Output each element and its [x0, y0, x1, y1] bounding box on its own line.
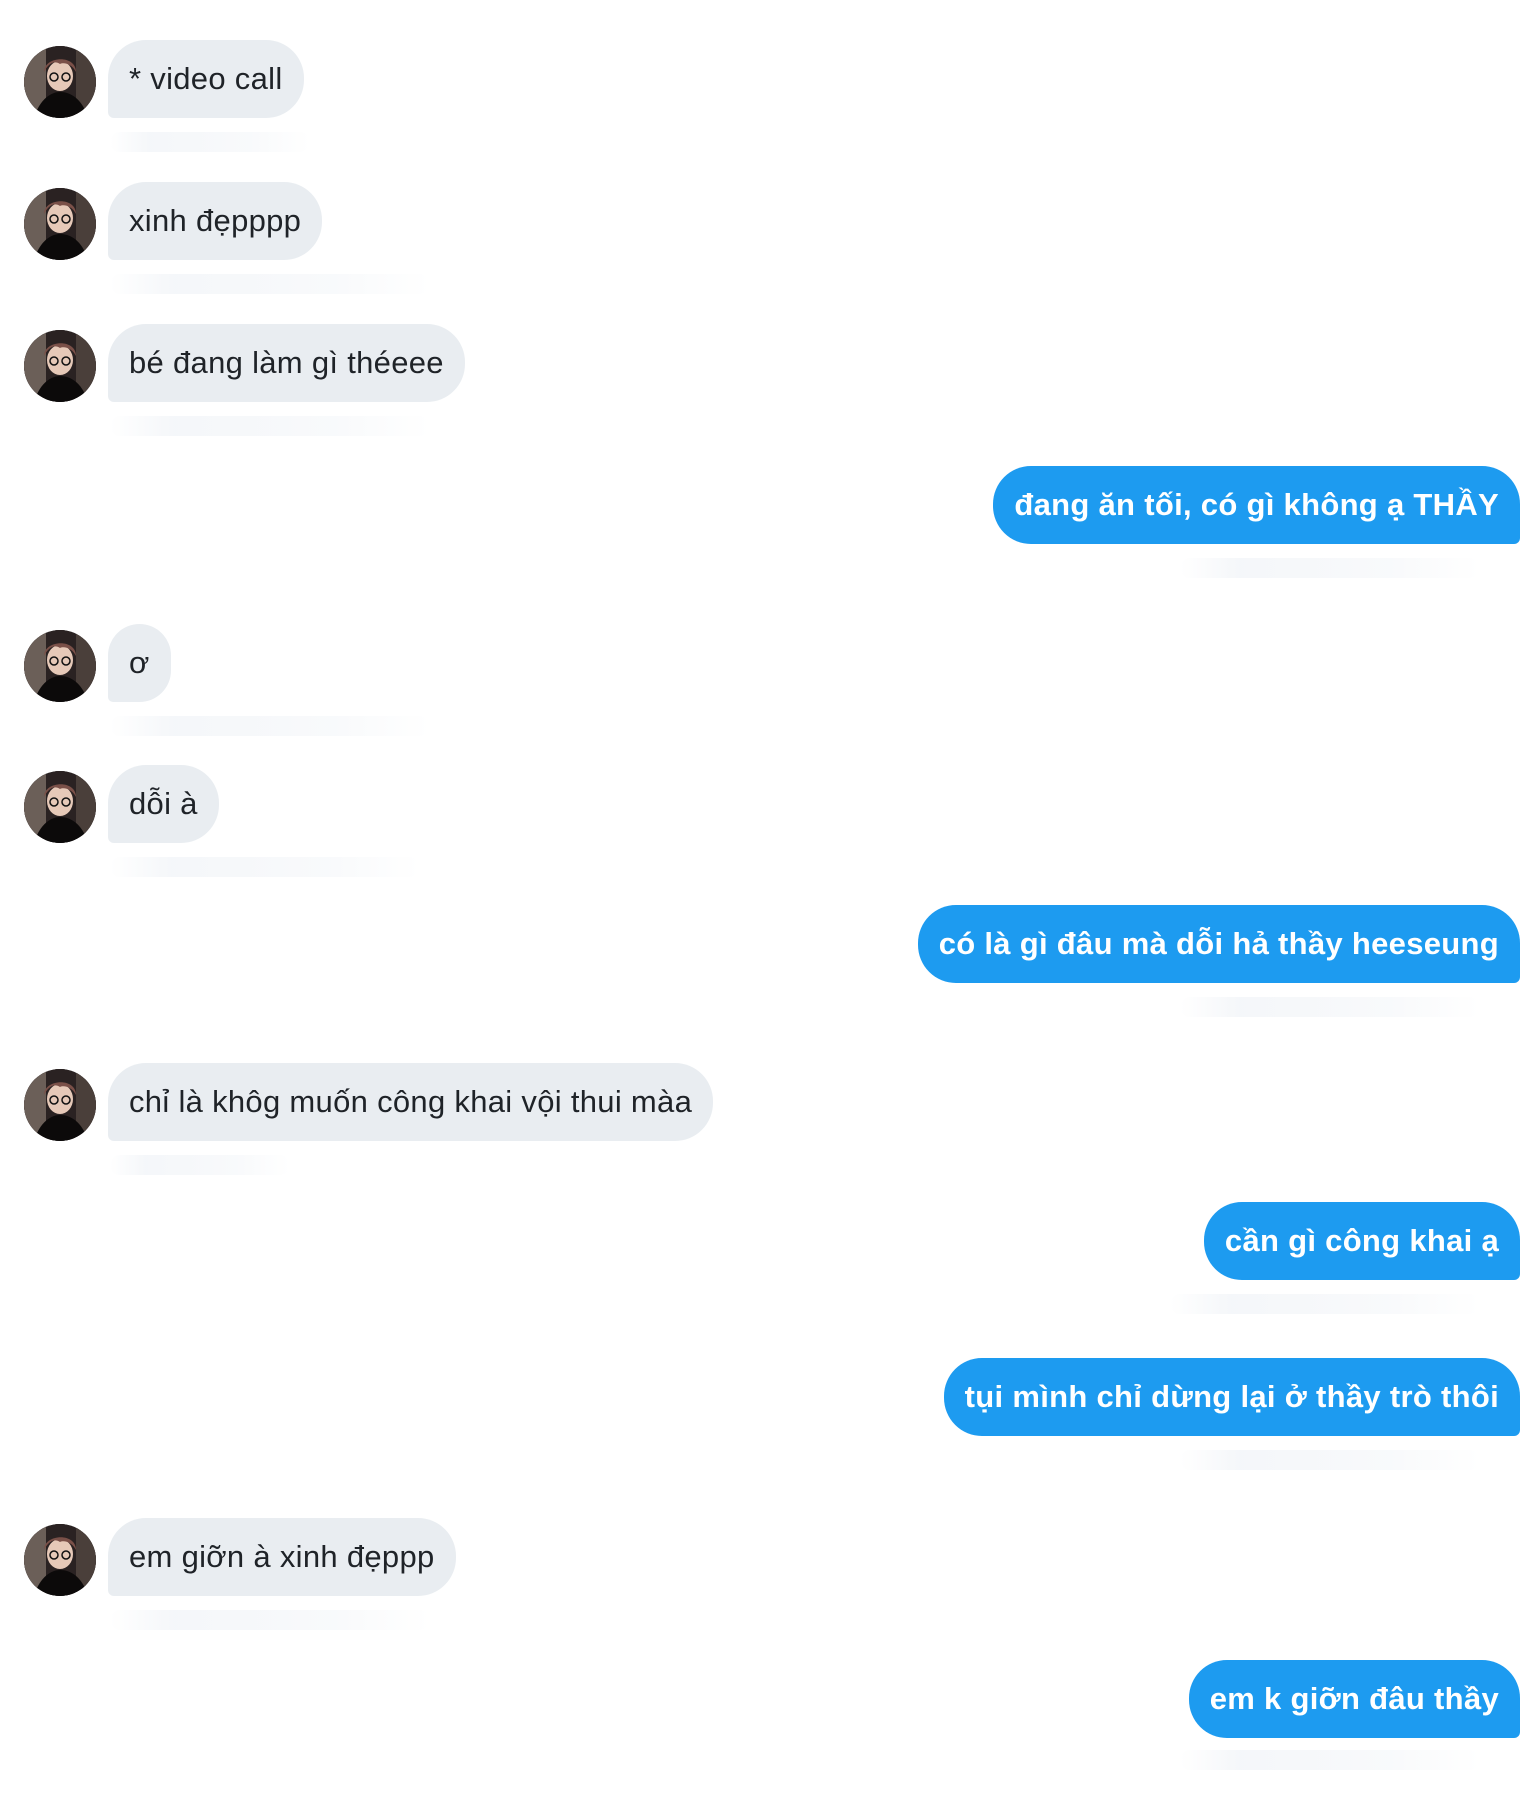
timestamp-placeholder — [1180, 997, 1480, 1017]
message-bubble[interactable]: cần gì công khai ạ — [1203, 1202, 1520, 1280]
timestamp-placeholder — [110, 274, 430, 294]
timestamp-placeholder — [1180, 1750, 1480, 1770]
profile-photo-icon — [24, 330, 96, 402]
message-bubble[interactable]: dỗi à — [108, 765, 219, 843]
timestamp-placeholder — [110, 132, 310, 152]
message-row-outgoing: tụi mình chỉ dừng lại ở thầy trò thôi — [900, 1358, 1520, 1470]
avatar[interactable] — [24, 46, 96, 118]
timestamp-placeholder — [1180, 558, 1480, 578]
message-bubble[interactable]: chỉ là khôg muốn công khai vội thui màa — [108, 1063, 714, 1141]
message-bubble[interactable]: em k giỡn đâu thầy — [1188, 1660, 1520, 1738]
message-bubble[interactable]: đang ăn tối, có gì không ạ THẦY — [993, 466, 1520, 544]
profile-photo-icon — [24, 630, 96, 702]
avatar[interactable] — [24, 630, 96, 702]
profile-photo-icon — [24, 188, 96, 260]
profile-photo-icon — [24, 771, 96, 843]
timestamp-placeholder — [110, 416, 430, 436]
message-bubble[interactable]: * video call — [108, 40, 304, 118]
avatar[interactable] — [24, 1069, 96, 1141]
message-bubble[interactable]: xinh đẹpppp — [108, 182, 323, 260]
avatar[interactable] — [24, 188, 96, 260]
message-bubble[interactable]: có là gì đâu mà dỗi hả thầy heeseung — [917, 905, 1520, 983]
message-row-outgoing: đang ăn tối, có gì không ạ THẦY — [920, 466, 1520, 578]
profile-photo-icon — [24, 46, 96, 118]
avatar[interactable] — [24, 1524, 96, 1596]
timestamp-placeholder — [110, 1155, 290, 1175]
avatar[interactable] — [24, 771, 96, 843]
timestamp-placeholder — [110, 857, 420, 877]
timestamp-placeholder — [1180, 1450, 1480, 1470]
chat-thread: * video call xinh đẹpppp bé đang làm gì … — [0, 0, 1536, 1800]
timestamp-placeholder — [110, 1610, 430, 1630]
message-bubble[interactable]: bé đang làm gì théeee — [108, 324, 465, 402]
profile-photo-icon — [24, 1069, 96, 1141]
timestamp-placeholder — [1170, 1294, 1480, 1314]
timestamp-placeholder — [110, 716, 430, 736]
profile-photo-icon — [24, 1524, 96, 1596]
message-row-outgoing: cần gì công khai ạ — [1120, 1202, 1520, 1314]
message-bubble[interactable]: ơ — [108, 624, 171, 702]
message-row-outgoing: có là gì đâu mà dỗi hả thầy heeseung — [820, 905, 1520, 1017]
message-bubble[interactable]: em giỡn à xinh đẹppp — [108, 1518, 456, 1596]
avatar[interactable] — [24, 330, 96, 402]
message-bubble[interactable]: tụi mình chỉ dừng lại ở thầy trò thôi — [943, 1358, 1520, 1436]
message-row-outgoing: em k giỡn đâu thầy — [1120, 1660, 1520, 1770]
